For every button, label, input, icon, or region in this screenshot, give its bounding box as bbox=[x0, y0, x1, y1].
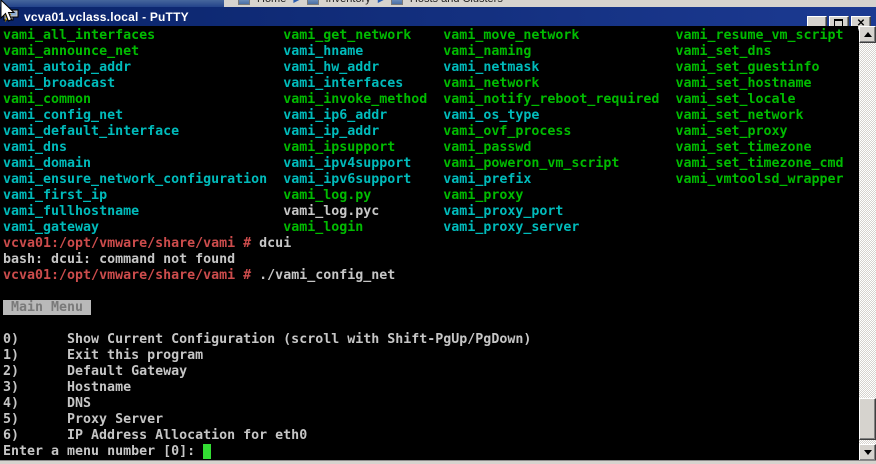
terminal-text: vami_vmtoolsd_wrapper bbox=[675, 172, 844, 187]
window-title: vcva01.vclass.local - PuTTY bbox=[24, 9, 189, 24]
terminal-text: vami_proxy bbox=[443, 188, 524, 203]
terminal-text: vami_poweron_vm_script bbox=[443, 156, 620, 171]
terminal-text: Main Menu bbox=[3, 300, 92, 315]
breadcrumb-inventory[interactable]: Inventory bbox=[326, 0, 371, 5]
terminal-text: vami_all_interfaces bbox=[3, 28, 156, 43]
terminal-text: vami_dns bbox=[3, 140, 68, 155]
terminal-text: vami_get_network bbox=[283, 28, 412, 43]
terminal-text: Default Gateway bbox=[67, 364, 188, 379]
terminal-cursor bbox=[203, 444, 212, 459]
terminal-text: vami_hname bbox=[283, 44, 364, 59]
screen: Home ▶ Inventory ▶ Hosts and Clusters vc… bbox=[0, 0, 876, 464]
terminal-text: vami_first_ip bbox=[3, 188, 108, 203]
terminal-text: vami_ensure_network_configuration bbox=[3, 172, 268, 187]
terminal-text: Hostname bbox=[67, 380, 132, 395]
terminal-text: vami_common bbox=[3, 92, 92, 107]
terminal-text: vami_set_locale bbox=[675, 92, 796, 107]
terminal-text: 2) bbox=[3, 364, 20, 379]
terminal-text: vami_set_timezone bbox=[675, 140, 812, 155]
terminal-text: vami_proxy_port bbox=[443, 204, 564, 219]
scrollbar-thumb[interactable] bbox=[859, 398, 876, 440]
putty-titlebar[interactable]: vcva01.vclass.local - PuTTY ✕ bbox=[0, 7, 876, 31]
terminal-text: vami_gateway bbox=[3, 220, 100, 235]
terminal-text: Exit this program bbox=[67, 348, 204, 363]
terminal-text: vami_netmask bbox=[443, 60, 540, 75]
terminal-text: vami_set_timezone_cmd bbox=[675, 156, 844, 171]
terminal-text: vami_set_dns bbox=[675, 44, 772, 59]
terminal-text: vami_resume_vm_script bbox=[675, 28, 844, 43]
terminal-text: 1) bbox=[3, 348, 20, 363]
putty-icon bbox=[3, 9, 19, 23]
background-window-titlebar-fragment bbox=[0, 0, 224, 7]
terminal-text: Show Current Configuration (scroll with … bbox=[67, 332, 532, 347]
breadcrumb: Home ▶ Inventory ▶ Hosts and Clusters bbox=[238, 0, 503, 7]
terminal-text: vami_login bbox=[283, 220, 364, 235]
terminal-text: vami_log.pyc bbox=[283, 204, 380, 219]
breadcrumb-separator-icon: ▶ bbox=[378, 0, 384, 4]
terminal-text: vcva01:/opt/vmware/share/vami # bbox=[3, 236, 252, 251]
terminal-text: vami_autoip_addr bbox=[3, 60, 132, 75]
breadcrumb-hosts-and-clusters[interactable]: Hosts and Clusters bbox=[410, 0, 503, 5]
home-icon bbox=[238, 0, 250, 5]
terminal-text: vami_interfaces bbox=[283, 76, 404, 91]
terminal-text: vami_set_guestinfo bbox=[675, 60, 820, 75]
terminal-text: vcva01:/opt/vmware/share/vami # bbox=[3, 268, 252, 283]
terminal-text: 0) bbox=[3, 332, 20, 347]
terminal-text: vami_move_network bbox=[443, 28, 580, 43]
terminal-text: DNS bbox=[67, 396, 92, 411]
terminal-text: vami_log.py bbox=[283, 188, 372, 203]
terminal-text: vami_fullhostname bbox=[3, 204, 140, 219]
terminal-text: vami_ipv6support bbox=[283, 172, 412, 187]
terminal-text: vami_proxy_server bbox=[443, 220, 580, 235]
terminal-text: vami_ip_addr bbox=[283, 124, 380, 139]
terminal-text: Enter a menu number [0]: bbox=[3, 444, 196, 459]
hosts-clusters-icon bbox=[390, 0, 403, 5]
terminal[interactable]: vami_all_interfaces vami_get_network vami_… bbox=[0, 26, 858, 461]
terminal-text: vami_network bbox=[443, 76, 540, 91]
terminal-text: ./vami_config_net bbox=[259, 268, 396, 283]
terminal-text: vami_config_net bbox=[3, 108, 124, 123]
terminal-text: dcui bbox=[259, 236, 292, 251]
scroll-up-button[interactable] bbox=[859, 26, 876, 43]
breadcrumb-home[interactable]: Home bbox=[257, 0, 286, 5]
terminal-text: 5) bbox=[3, 412, 20, 427]
terminal-text: vami_invoke_method bbox=[283, 92, 428, 107]
terminal-text: vami_passwd bbox=[443, 140, 532, 155]
scroll-up-icon bbox=[863, 32, 872, 37]
terminal-text: bash: dcui: command not found bbox=[3, 252, 236, 267]
terminal-text: IP Address Allocation for eth0 bbox=[67, 428, 308, 443]
breadcrumb-separator-icon: ▶ bbox=[293, 0, 299, 4]
terminal-text: vami_notify_reboot_required bbox=[443, 92, 660, 107]
terminal-text: vami_prefix bbox=[443, 172, 532, 187]
terminal-text: vami_ovf_process bbox=[443, 124, 572, 139]
terminal-text: vami_ipv4support bbox=[283, 156, 412, 171]
terminal-text: 6) bbox=[3, 428, 20, 443]
terminal-text: vami_set_proxy bbox=[675, 124, 788, 139]
background-window-bottom-strip bbox=[0, 460, 876, 464]
terminal-text: vami_broadcast bbox=[3, 76, 116, 91]
terminal-text: vami_ipsupport bbox=[283, 140, 396, 155]
terminal-text: vami_os_type bbox=[443, 108, 540, 123]
scroll-down-icon bbox=[863, 450, 872, 455]
terminal-text: vami_ip6_addr bbox=[283, 108, 388, 123]
background-window-top-strip: Home ▶ Inventory ▶ Hosts and Clusters bbox=[0, 0, 876, 7]
terminal-text: 4) bbox=[3, 396, 20, 411]
terminal-text: Proxy Server bbox=[67, 412, 164, 427]
terminal-scrollbar[interactable] bbox=[859, 26, 876, 461]
terminal-text: vami_set_hostname bbox=[675, 76, 812, 91]
terminal-text: vami_domain bbox=[3, 156, 92, 171]
terminal-text: vami_announce_net bbox=[3, 44, 140, 59]
terminal-text: vami_set_network bbox=[675, 108, 804, 123]
terminal-text: vami_hw_addr bbox=[283, 60, 380, 75]
terminal-text: vami_default_interface bbox=[3, 124, 180, 139]
inventory-icon bbox=[306, 0, 319, 5]
terminal-text: vami_naming bbox=[443, 44, 532, 59]
terminal-text: 3) bbox=[3, 380, 20, 395]
scroll-down-button[interactable] bbox=[859, 444, 876, 461]
